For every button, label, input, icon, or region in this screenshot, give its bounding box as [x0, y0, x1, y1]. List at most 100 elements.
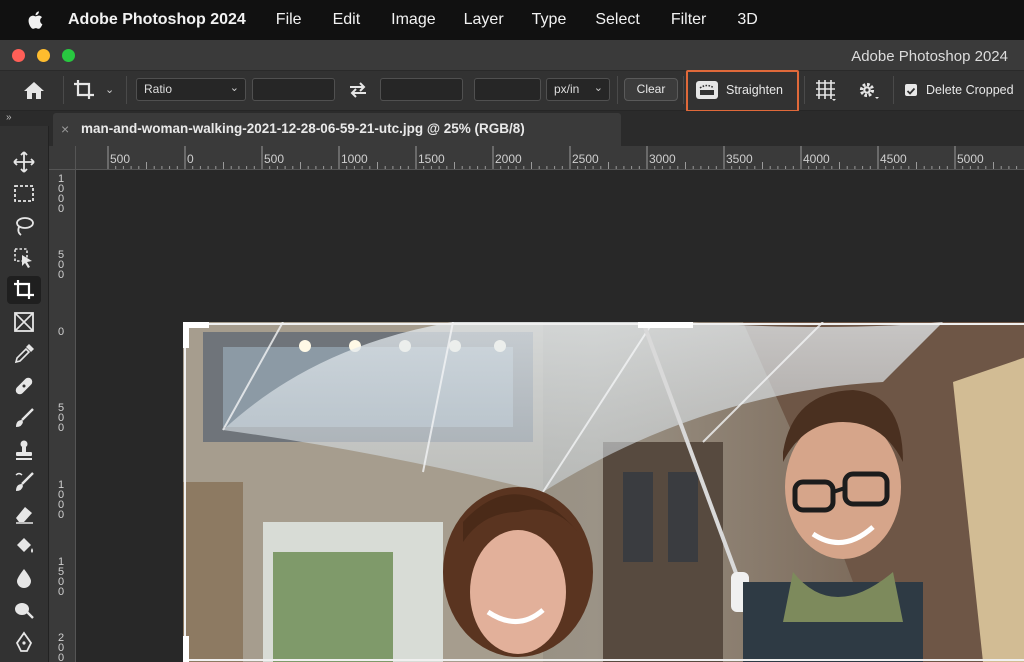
- move-icon: [13, 151, 35, 173]
- pen-tool[interactable]: [7, 628, 41, 656]
- close-tab-icon[interactable]: ×: [61, 121, 69, 137]
- document-tab-title[interactable]: man-and-woman-walking-2021-12-28-06-59-2…: [81, 121, 525, 136]
- crop-tool[interactable]: [7, 276, 41, 304]
- ruler-label: 3500: [726, 152, 753, 166]
- lasso-icon: [16, 217, 34, 236]
- crop-icon: [14, 280, 34, 299]
- menu-select[interactable]: Select: [595, 11, 639, 29]
- move-tool[interactable]: [7, 148, 41, 176]
- ruler-label: 500: [110, 152, 131, 166]
- ruler-label: 2000: [495, 152, 522, 166]
- chevron-down-icon: ⌄: [229, 82, 239, 94]
- menu-layer[interactable]: Layer: [464, 11, 504, 29]
- height-input[interactable]: [380, 78, 463, 101]
- chevron-down-icon[interactable]: ⌄: [105, 83, 114, 106]
- stamp-icon: [16, 440, 32, 460]
- bandage-icon: [15, 377, 33, 395]
- divider: [126, 76, 127, 104]
- divider: [617, 76, 618, 104]
- macos-menu-bar: Adobe Photoshop 2024 File Edit Image Lay…: [0, 0, 1024, 40]
- eyedropper-icon: [14, 344, 34, 364]
- ruler-label: 4500: [880, 152, 907, 166]
- menu-filter[interactable]: Filter: [671, 11, 707, 29]
- photoshop-screen: Adobe Photoshop 2024 File Edit Image Lay…: [0, 0, 1024, 662]
- ruler-label: 0: [58, 326, 65, 338]
- unit-select[interactable]: px/in ⌄: [546, 78, 610, 101]
- ruler-label: 500: [58, 249, 65, 281]
- divider: [63, 76, 64, 104]
- unit-select-value: px/in: [554, 82, 580, 96]
- marquee-tool[interactable]: [7, 180, 41, 208]
- vertical-ruler: 1000 500 0 500 1000 1500 200: [49, 170, 76, 662]
- ruler-label: 1000: [341, 152, 368, 166]
- menu-file[interactable]: File: [276, 11, 302, 29]
- brush-tool[interactable]: [7, 404, 41, 432]
- checkmark-icon: [906, 87, 916, 95]
- minimize-window-button[interactable]: [37, 49, 50, 62]
- history-brush-icon: [15, 472, 34, 491]
- straighten-level-icon[interactable]: [694, 79, 720, 101]
- ratio-select-value: Ratio: [144, 82, 173, 96]
- object-selection-icon: [14, 248, 32, 268]
- app-menu[interactable]: Adobe Photoshop 2024: [68, 11, 246, 29]
- ruler-label: 5000: [957, 152, 984, 166]
- collapse-panel-icon[interactable]: »: [0, 111, 49, 126]
- delete-cropped-checkbox[interactable]: [905, 84, 917, 96]
- ruler-label: 200: [58, 632, 65, 662]
- drop-icon: [17, 569, 31, 588]
- horizontal-ruler: 500 0 500 1000 1500 2000 2500 3000 3500 …: [76, 146, 1024, 170]
- window-title: Adobe Photoshop 2024: [851, 48, 1008, 65]
- paint-bucket-tool[interactable]: [7, 532, 41, 560]
- paint-bucket-icon: [17, 538, 33, 553]
- ratio-select[interactable]: Ratio ⌄: [136, 78, 246, 101]
- ruler-corner: [49, 146, 76, 170]
- dodge-tool[interactable]: [7, 596, 41, 624]
- divider: [804, 76, 805, 104]
- pen-icon: [15, 631, 33, 652]
- divider: [893, 76, 894, 104]
- ruler-label: 3000: [649, 152, 676, 166]
- object-selection-tool[interactable]: [7, 244, 41, 272]
- blur-tool[interactable]: [7, 564, 41, 592]
- chevron-down-icon: ⌄: [593, 82, 603, 94]
- divider: [683, 76, 684, 104]
- ruler-label: 0: [187, 152, 194, 166]
- apple-logo-icon[interactable]: [26, 9, 46, 31]
- ruler-label: 1500: [58, 556, 65, 598]
- frame-icon: [14, 312, 34, 332]
- ruler-label: 1500: [418, 152, 445, 166]
- straighten-button[interactable]: Straighten: [726, 83, 783, 97]
- menu-3d[interactable]: 3D: [737, 11, 757, 29]
- crop-tool-preset-icon[interactable]: [72, 78, 98, 102]
- close-window-button[interactable]: [12, 49, 25, 62]
- menu-type[interactable]: Type: [532, 11, 567, 29]
- marquee-icon: [14, 185, 34, 202]
- eraser-tool[interactable]: [7, 500, 41, 528]
- ruler-label: 2500: [572, 152, 599, 166]
- swap-icon[interactable]: [347, 81, 369, 99]
- resolution-input[interactable]: [474, 78, 541, 101]
- frame-tool[interactable]: [7, 308, 41, 336]
- photo-man-and-woman-under-umbrella[interactable]: [183, 322, 1024, 662]
- history-brush-tool[interactable]: [7, 468, 41, 496]
- menu-image[interactable]: Image: [391, 11, 435, 29]
- clear-button[interactable]: Clear: [624, 78, 678, 101]
- menu-edit[interactable]: Edit: [333, 11, 361, 29]
- eraser-icon: [16, 507, 33, 524]
- ruler-label: 1000: [58, 479, 65, 521]
- lasso-tool[interactable]: [7, 212, 41, 240]
- ruler-label: 1000: [58, 173, 65, 215]
- healing-tool[interactable]: [7, 372, 41, 400]
- dodge-icon: [15, 603, 34, 619]
- home-icon[interactable]: [22, 80, 46, 100]
- eyedropper-tool[interactable]: [7, 340, 41, 368]
- zoom-window-button[interactable]: [62, 49, 75, 62]
- ruler-label: 500: [58, 402, 65, 434]
- brush-icon: [16, 408, 34, 427]
- stamp-tool[interactable]: [7, 436, 41, 464]
- delete-cropped-label[interactable]: Delete Cropped: [926, 83, 1014, 97]
- overlay-grid-icon[interactable]: [814, 79, 838, 101]
- document-canvas[interactable]: [76, 170, 1024, 662]
- width-input[interactable]: [252, 78, 335, 101]
- gear-icon[interactable]: [856, 79, 880, 101]
